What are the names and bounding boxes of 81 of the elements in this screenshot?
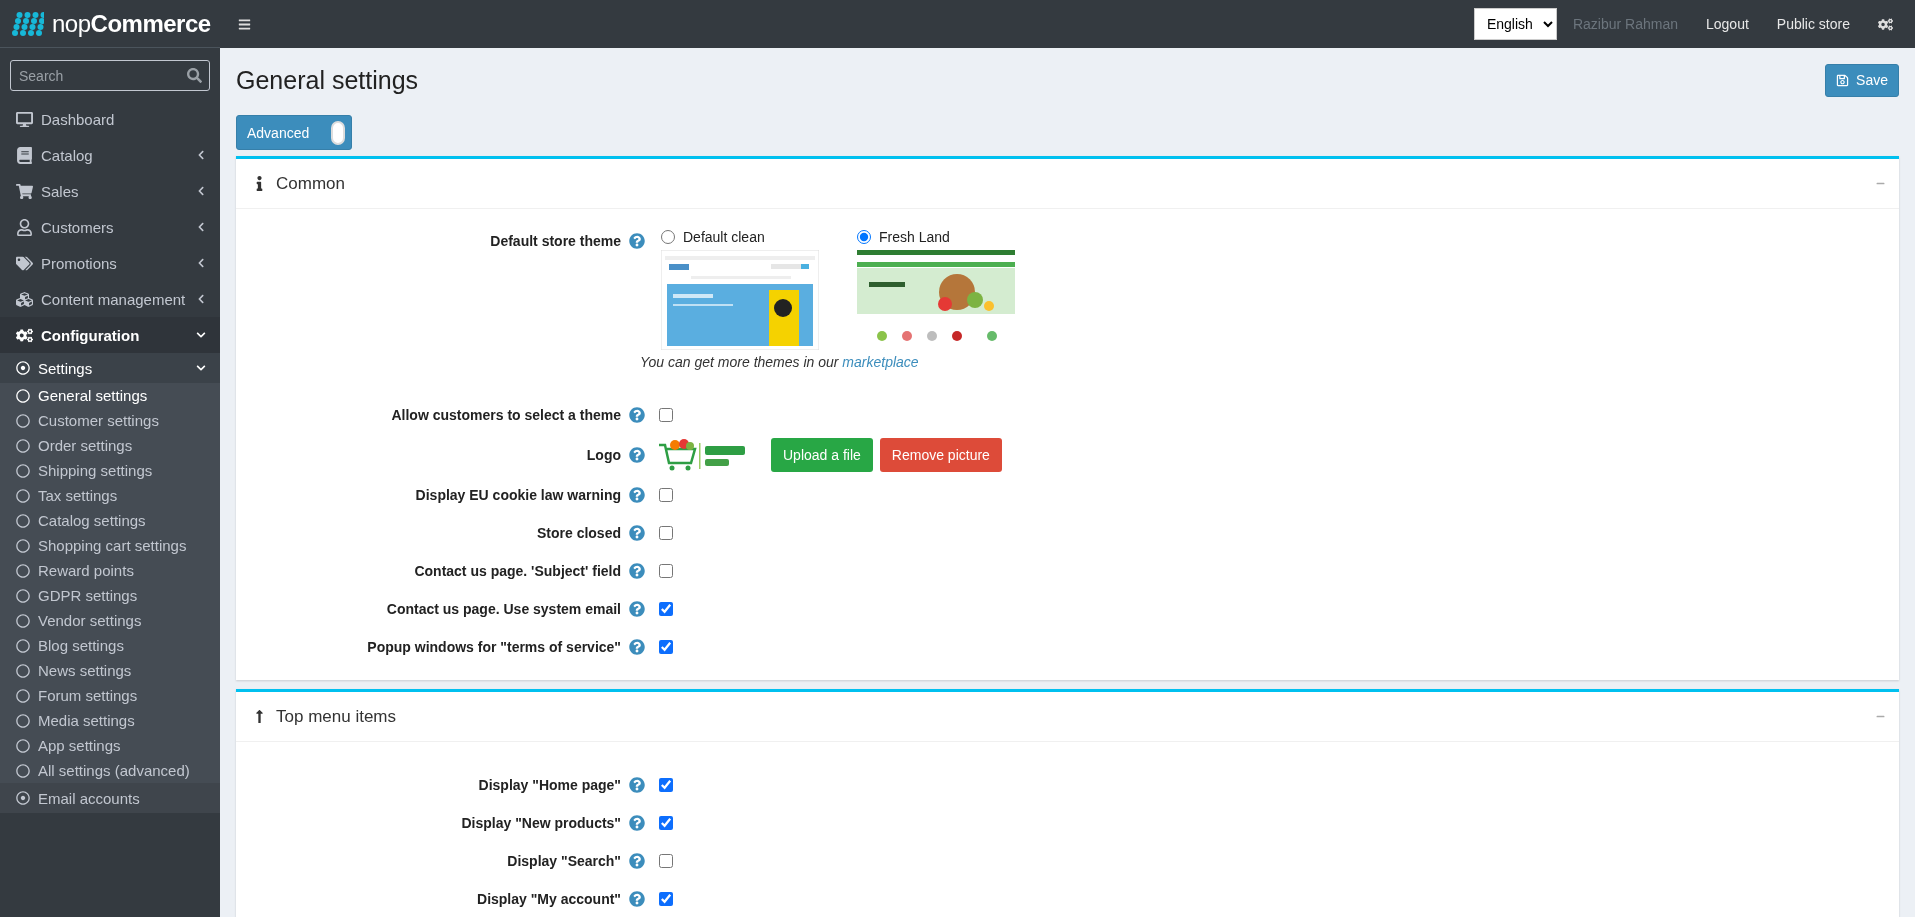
help-icon[interactable]	[629, 233, 645, 249]
card-title: Common	[276, 173, 346, 194]
page-title: General settings	[236, 65, 419, 95]
help-icon[interactable]	[629, 891, 645, 907]
help-icon[interactable]	[629, 777, 645, 793]
field-label: Popup windows for "terms of service"	[366, 639, 621, 655]
save-button[interactable]: Save	[1825, 63, 1899, 97]
sidebar-item[interactable]: Vendor settings	[0, 608, 220, 633]
checkbox[interactable]	[659, 564, 673, 578]
help-icon[interactable]	[629, 563, 645, 579]
sidebar-item[interactable]: Sales	[0, 173, 220, 209]
header-link[interactable]: Public store	[1776, 16, 1850, 32]
sidebar-item[interactable]: Media settings	[0, 708, 220, 733]
help-icon[interactable]	[629, 853, 645, 869]
help-icon[interactable]	[629, 815, 645, 831]
marketplace-link[interactable]: marketplace	[842, 354, 919, 370]
help-icon[interactable]	[629, 525, 645, 541]
checkbox[interactable]	[659, 526, 673, 540]
field-label: Default store theme	[489, 233, 621, 249]
field-label: Allow customers to select a theme	[390, 407, 621, 423]
checkbox[interactable]	[659, 892, 673, 906]
field-label: Logo	[585, 447, 621, 463]
logo-icon	[10, 10, 44, 37]
field-label: Display "My account"	[476, 891, 621, 907]
sidebar-item[interactable]: Tax settings	[0, 483, 220, 508]
sidebar-item[interactable]: General settings	[0, 383, 220, 408]
sidebar-item[interactable]: All settings (advanced)	[0, 758, 220, 783]
sidebar-item[interactable]: Email accounts	[0, 783, 220, 813]
upload-button[interactable]: Upload a file	[771, 438, 873, 472]
settings-icon[interactable]	[1878, 16, 1893, 32]
field-label: Contact us page. Use system email	[385, 601, 621, 617]
sidebar-item[interactable]: Reward points	[0, 558, 220, 583]
help-icon[interactable]	[629, 407, 645, 423]
checkbox[interactable]	[659, 408, 673, 422]
checkbox[interactable]	[659, 640, 673, 654]
field-label: Display "Home page"	[477, 777, 621, 793]
checkbox[interactable]	[659, 778, 673, 792]
help-icon[interactable]	[629, 447, 645, 463]
checkbox[interactable]	[659, 602, 673, 616]
search-icon	[187, 68, 202, 83]
help-icon[interactable]	[629, 601, 645, 617]
help-icon[interactable]	[629, 639, 645, 655]
checkbox[interactable]	[659, 816, 673, 830]
brand-name: nopCommerce	[52, 9, 211, 38]
sidebar-item[interactable]: Shipping settings	[0, 458, 220, 483]
field-label: Display "New products"	[460, 815, 621, 831]
sidebar-item[interactable]: Catalog	[0, 137, 220, 173]
header-link[interactable]: Logout	[1706, 16, 1749, 32]
radio-button[interactable]	[661, 230, 675, 244]
sidebar-item[interactable]: Customers	[0, 209, 220, 245]
hint-text: You can get more themes in our marketplace	[640, 354, 920, 370]
remove-button[interactable]: Remove picture	[879, 438, 1002, 472]
sidebar-item[interactable]: GDPR settings	[0, 583, 220, 608]
sidebar-item[interactable]: App settings	[0, 733, 220, 758]
sidebar-item[interactable]: Promotions	[0, 245, 220, 281]
checkbox[interactable]	[659, 854, 673, 868]
card-title: Top menu items	[276, 706, 397, 727]
checkbox[interactable]	[659, 488, 673, 502]
help-icon[interactable]	[629, 487, 645, 503]
sidebar-item[interactable]: Customer settings	[0, 408, 220, 433]
field-label: Contact us page. 'Subject' field	[413, 563, 621, 579]
sidebar-item[interactable]: Forum settings	[0, 683, 220, 708]
language-select[interactable]: English	[1473, 8, 1557, 40]
sidebar-item[interactable]: Shopping cart settings	[0, 533, 220, 558]
radio-button[interactable]	[857, 230, 871, 244]
save-icon	[1836, 73, 1850, 87]
sidebar-item[interactable]: Content management	[0, 281, 220, 317]
field-label: Display "Search"	[506, 853, 621, 869]
field-label: Display EU cookie law warning	[414, 487, 621, 503]
sidebar-item[interactable]: Settings	[0, 353, 220, 383]
advanced-toggle[interactable]: Advanced	[236, 115, 352, 150]
sidebar-item[interactable]: Catalog settings	[0, 508, 220, 533]
field-label: Store closed	[535, 525, 621, 541]
option-label[interactable]: Default clean	[683, 229, 765, 245]
sidebar-item[interactable]: Order settings	[0, 433, 220, 458]
sidebar-item[interactable]: Configuration	[0, 317, 220, 353]
search-field[interactable]: Search	[10, 60, 210, 91]
sidebar-item[interactable]: Dashboard	[0, 101, 220, 137]
sidebar-item[interactable]: News settings	[0, 658, 220, 683]
sidebar-item[interactable]: Blog settings	[0, 633, 220, 658]
option-label[interactable]: Fresh Land	[879, 229, 950, 245]
